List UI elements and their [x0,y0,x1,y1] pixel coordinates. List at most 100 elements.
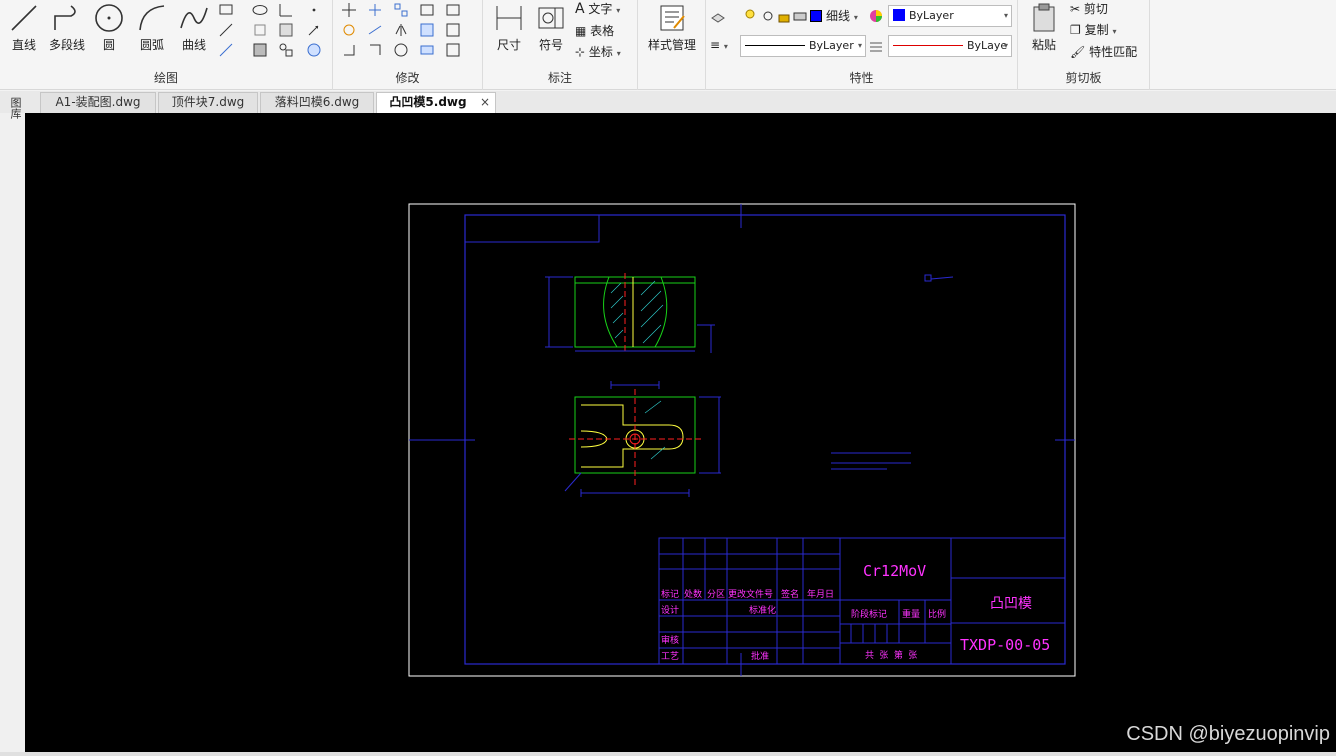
lineweight-select[interactable]: ByLaye ▾ [888,35,1012,57]
offset-icon[interactable] [419,2,435,18]
text-button[interactable]: A 文字 ▾ [575,0,620,17]
trim-icon[interactable] [367,2,383,18]
symbol-label: 符号 [538,38,563,52]
rectangle-icon[interactable] [218,2,234,18]
tab-label: 顶件块7.dwg [171,95,245,109]
tab-ejector-block[interactable]: 顶件块7.dwg [158,92,258,113]
move-icon[interactable] [341,2,357,18]
line-button[interactable]: 直线 [6,2,42,53]
copy-obj-icon[interactable] [341,22,357,38]
symbol-icon [538,7,564,29]
scale-icon[interactable] [419,22,435,38]
title-block-text: Cr12MoV 凸凹模 TXDP-00-05 标记 处数 分区 更改文件号 签名… [661,562,1050,662]
chevron-down-icon: ▾ [723,42,728,51]
library-label: 图库 [9,97,22,119]
sun-icon[interactable] [760,8,776,24]
match-properties-label: 特性匹配 [1089,45,1138,59]
tab-punch-die[interactable]: 凸凹模5.dwg × [376,92,496,113]
coordinate-button[interactable]: ⊹ 坐标 ▾ [575,43,621,60]
style-manager-label: 样式管理 [647,38,696,52]
style-group: 样式管理 [638,0,706,90]
dimension-label: 尺寸 [496,38,521,52]
rotate-circle-icon[interactable] [393,42,409,58]
extend-icon[interactable] [367,22,383,38]
lightbulb-icon[interactable] [742,8,758,24]
curve-icon [180,7,208,29]
layer-icon[interactable] [710,8,726,24]
circle-icon [95,4,123,32]
arc-button[interactable]: 圆弧 [134,2,170,53]
style-manager-button[interactable]: 样式管理 [642,2,702,53]
region-icon[interactable] [252,22,268,38]
rev-col-mark: 标记 [661,588,679,600]
review-text: 审核 [661,634,679,646]
curve-button[interactable]: 曲线 [176,2,212,53]
drawing-svg: Cr12MoV 凸凹模 TXDP-00-05 标记 处数 分区 更改文件号 签名… [408,203,1076,677]
close-icon[interactable]: × [480,93,490,112]
lineweight-button[interactable]: ≡ ▾ [710,38,728,52]
break-icon[interactable] [367,42,383,58]
text-icon: A [575,1,585,17]
ellipse-icon[interactable] [252,2,268,18]
chevron-down-icon: ▾ [1003,11,1008,20]
tab-a1-assembly[interactable]: A1-装配图.dwg [40,92,156,113]
annotate-group-label: 标注 [547,71,572,85]
dimension-button[interactable]: 尺寸 [491,2,527,53]
properties-group-label: 特性 [849,71,874,85]
lineweight-icon[interactable] [868,38,884,54]
array-icon[interactable] [393,2,409,18]
lock-icon[interactable] [776,8,792,24]
hatch-icon[interactable] [252,42,268,58]
color-wheel-icon[interactable] [868,8,884,24]
ray-icon[interactable] [218,42,234,58]
tab-blanking-die[interactable]: 落料凹模6.dwg [260,92,374,113]
symbol-button[interactable]: 符号 [533,2,569,53]
printer-icon[interactable] [792,8,808,24]
rev-col-zone: 分区 [707,589,725,600]
brush-icon: 🖌 [1070,45,1086,59]
linetype-preview [745,45,805,46]
properties-edit-icon[interactable] [445,42,461,58]
table-button[interactable]: ▦ 表格 [575,22,614,39]
pick-icon[interactable] [306,22,322,38]
revcloud-icon[interactable] [306,42,322,58]
library-toggle[interactable]: 图库 [3,97,22,141]
line-icon [11,5,37,31]
material-text: Cr12MoV [863,562,926,580]
copy-button[interactable]: ❐ 复制 ▾ [1070,21,1116,38]
cut-button[interactable]: ✂ 剪切 [1070,0,1108,17]
document-tab-bar: A1-装配图.dwg 顶件块7.dwg 落料凹模6.dwg 凸凹模5.dwg × [0,91,1336,113]
designer-text: 设计 [661,604,679,616]
stretch-icon[interactable] [445,22,461,38]
polyline-label: 多段线 [48,38,85,52]
polyline-button[interactable]: 多段线 [44,2,90,53]
layer-color-swatch[interactable] [810,10,822,22]
tab-label: A1-装配图.dwg [55,95,141,109]
arc-icon [139,5,165,31]
explode-icon[interactable] [419,42,435,58]
watermark: CSDN @biyezuopinvip [1126,723,1330,745]
drawing-number-text: TXDP-00-05 [960,636,1050,654]
tab-label: 凸凹模5.dwg [389,95,467,109]
cut-label: 剪切 [1083,2,1108,16]
color-select[interactable]: ByLayer ▾ [888,5,1012,27]
hatch-grid-icon[interactable] [278,22,294,38]
fillet-icon[interactable] [445,2,461,18]
chevron-down-icon: ▾ [853,13,858,22]
angle-icon[interactable] [278,2,294,18]
circle-button[interactable]: 圆 [92,2,126,53]
match-properties-button[interactable]: 🖌 特性匹配 [1070,43,1137,60]
block-icon[interactable] [278,42,294,58]
layer-name[interactable]: 细线 ▾ [826,7,858,24]
drawing-canvas[interactable]: Cr12MoV 凸凹模 TXDP-00-05 标记 处数 分区 更改文件号 签名… [25,113,1336,754]
paste-button[interactable]: 粘贴 [1024,2,1064,53]
xline-icon[interactable] [218,22,234,38]
rotate-icon[interactable] [341,42,357,58]
ribbon-toolbar: 直线 多段线 圆 圆弧 曲线 绘图 修改 尺寸 符号 A 文字 ▾ ▦ 表格 ⊹… [0,0,1336,90]
point-icon[interactable] [306,2,322,18]
color-swatch [893,9,905,21]
mirror-icon[interactable] [393,22,409,38]
copy-icon: ❐ [1070,23,1081,37]
sheet-outer-frame [408,203,1076,677]
linetype-select[interactable]: ByLayer ▾ [740,35,866,57]
